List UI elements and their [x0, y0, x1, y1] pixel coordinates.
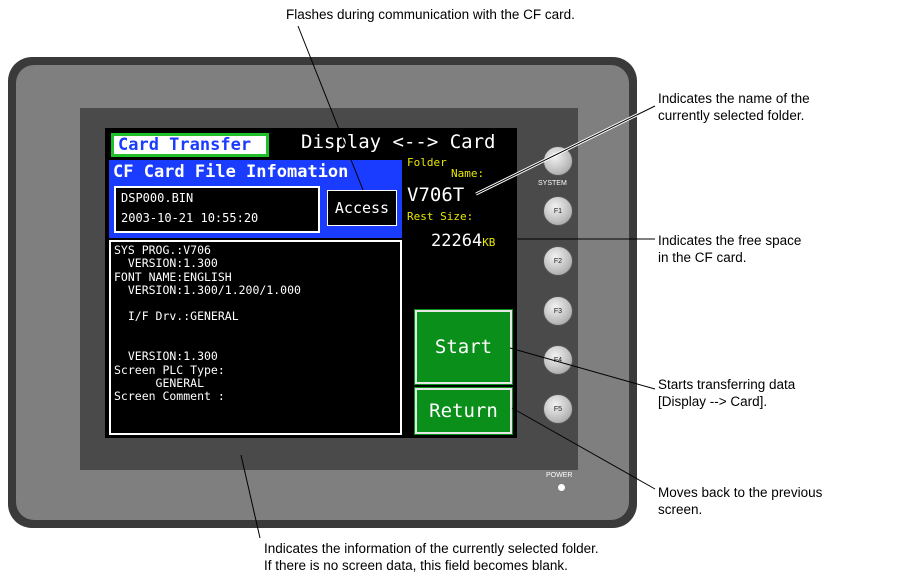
callout-return: Moves back to the previous screen.: [658, 485, 823, 517]
callout-access: Flashes during communication with the CF…: [286, 7, 575, 22]
leader-line-start: [509, 347, 656, 390]
leader-line-return: [511, 407, 656, 490]
callout-start: Starts transferring data [Display --> Ca…: [658, 377, 796, 409]
callout-folder-name: Indicates the name of the currently sele…: [658, 91, 810, 123]
callout-info: Indicates the information of the current…: [264, 541, 599, 573]
leader-line-info: [240, 454, 261, 539]
leader-line-folder: [475, 105, 656, 195]
leader-line-access: [297, 25, 364, 191]
callout-free-space: Indicates the free space in the CF card.: [658, 233, 802, 265]
